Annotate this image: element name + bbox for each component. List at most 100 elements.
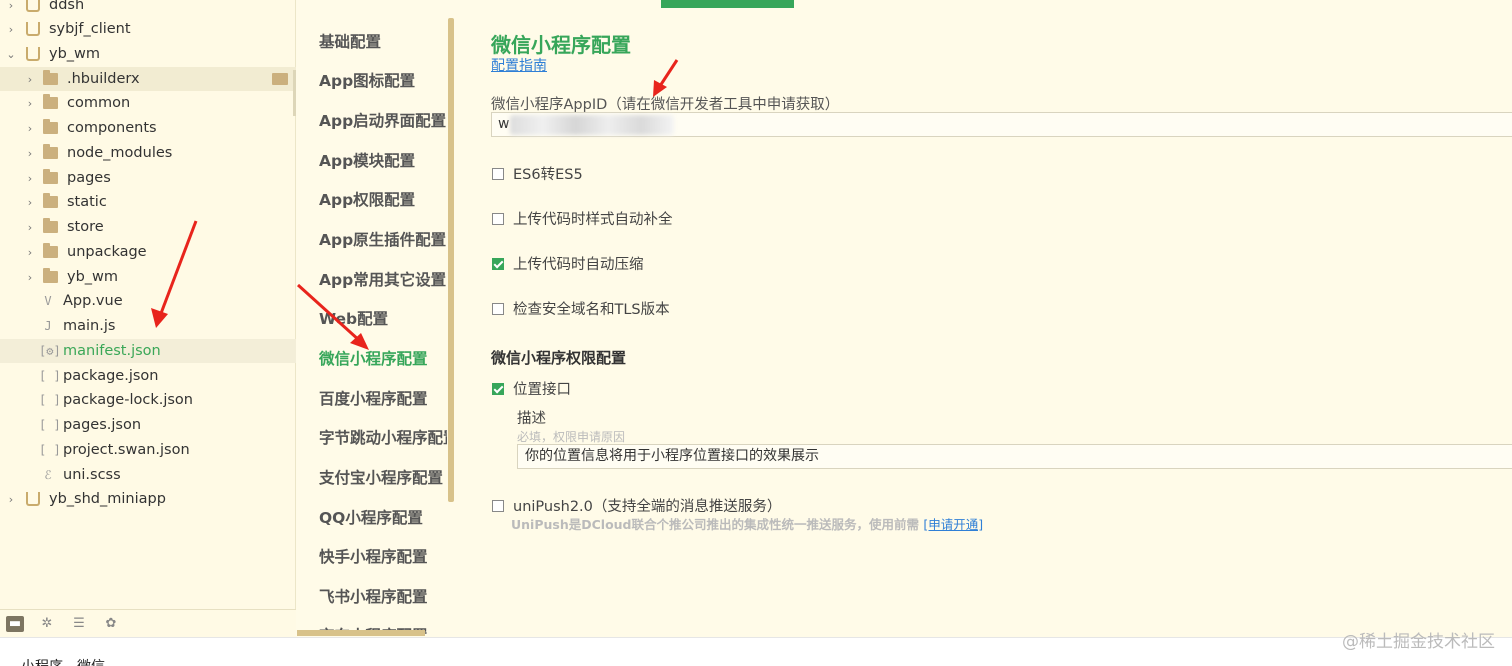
chevron-right-icon[interactable]: › [23,122,37,135]
chevron-right-icon[interactable]: › [4,0,18,12]
nav-item-alipay-miniprogram[interactable]: 支付宝小程序配置 [319,466,447,488]
tree-item-hbuilderx[interactable]: › .hbuilderx [0,67,296,91]
option-check-domain-tls[interactable]: 检查安全域名和TLS版本 [492,298,670,319]
description-input[interactable]: 你的位置信息将用于小程序位置接口的效果展示 [517,444,1512,469]
chevron-right-icon[interactable]: › [23,221,37,234]
chevron-right-icon[interactable]: › [4,23,18,36]
tree-item-label: manifest.json [63,343,161,359]
project-icon [26,0,40,12]
tree-item-label: yb_wm [67,269,119,285]
chevron-right-icon[interactable]: › [4,493,18,506]
nav-horizontal-scrollbar[interactable] [297,630,425,636]
tree-item-label: unpackage [67,244,147,260]
checkbox-checked[interactable] [492,257,504,270]
checkbox[interactable] [492,167,504,180]
tree-item-yb-shd-miniapp[interactable]: › yb_shd_miniapp [0,487,296,511]
tree-item-components[interactable]: › components [0,116,296,140]
option-label: 上传代码时自动压缩 [513,257,644,273]
tree-item-static[interactable]: › static [0,190,296,214]
tree-item-label: pages [67,170,111,186]
nav-item-baidu-miniprogram[interactable]: 百度小程序配置 [319,387,447,409]
nav-item-app-native-plugins[interactable]: App原生插件配置 [319,228,447,250]
debug-icon[interactable]: ✲ [38,616,56,631]
json-file-icon: [ ] [39,393,61,407]
permission-section-title: 微信小程序权限配置 [491,349,627,367]
tree-item-label: package.json [63,368,159,384]
option-minify-on-upload[interactable]: 上传代码时自动压缩 [492,253,644,274]
description-value: 你的位置信息将用于小程序位置接口的效果展示 [525,448,819,464]
nav-item-basic[interactable]: 基础配置 [319,30,447,52]
option-style-autoprefix[interactable]: 上传代码时样式自动补全 [492,208,673,229]
nav-item-qq-miniprogram[interactable]: QQ小程序配置 [319,506,447,528]
redacted-appid [510,115,674,135]
tree-item-pages-json[interactable]: [ ] pages.json [0,413,296,437]
tree-item-package-lock-json[interactable]: [ ] package-lock.json [0,388,296,412]
hbuilderx-window: › ddsh › sybjf_client ⌄ yb_wm › .hbuilde… [0,0,1512,666]
tree-item-uni-scss[interactable]: ℰ uni.scss [0,463,296,487]
chevron-down-icon[interactable]: ⌄ [4,48,18,61]
nav-item-app-permissions[interactable]: App权限配置 [319,188,447,210]
chevron-right-icon[interactable]: › [23,271,37,284]
vue-file-icon: V [44,294,52,308]
nav-item-web[interactable]: Web配置 [319,307,447,329]
tree-item-package-json[interactable]: [ ] package.json [0,364,296,388]
chevron-right-icon[interactable]: › [23,73,37,86]
chevron-right-icon[interactable]: › [23,246,37,259]
folder-icon [43,268,58,283]
tree-item-app-vue[interactable]: V App.vue [0,289,296,313]
tree-item-node-modules[interactable]: › node_modules [0,141,296,165]
nav-item-app-icon[interactable]: App图标配置 [319,69,447,91]
option-es6-to-es5[interactable]: ES6转ES5 [492,163,583,184]
tree-item-label: main.js [63,318,116,334]
tree-item-label: uni.scss [63,467,121,483]
tree-item-sybjf-client[interactable]: › sybjf_client [0,17,296,41]
folder-view-icon[interactable]: ▬ [6,615,24,632]
tree-item-yb-wm[interactable]: ⌄ yb_wm [0,42,296,66]
status-text: 小程序 - 微信 [21,656,105,666]
tree-item-store[interactable]: › store [0,215,296,239]
option-label: 上传代码时样式自动补全 [513,212,673,228]
nav-item-toutiao-miniprogram[interactable]: 字节跳动小程序配置 [319,426,447,448]
checkbox-checked[interactable] [492,382,504,395]
search-list-icon[interactable]: ☰ [70,616,88,631]
checkbox[interactable] [492,212,504,225]
permission-location[interactable]: 位置接口 [492,378,571,399]
tree-item-label: node_modules [67,145,173,161]
tree-item-label: ddsh [49,0,85,13]
config-guide-link[interactable]: 配置指南 [491,55,547,75]
unipush-description-text: UniPush是DCloud联合个推公司推出的集成性统一推送服务，使用前需 [511,517,924,532]
chevron-right-icon[interactable]: › [23,196,37,209]
tree-item-ddsh[interactable]: › ddsh [0,0,296,17]
manifest-config-nav: 基础配置 App图标配置 App启动界面配置 App模块配置 App权限配置 A… [297,8,455,636]
nav-item-app-modules[interactable]: App模块配置 [319,149,447,171]
plugin-icon[interactable]: ✿ [102,616,120,631]
unipush-apply-link[interactable]: [申请开通] [923,517,983,532]
folder-icon [43,169,58,184]
tree-item-main-js[interactable]: J main.js [0,314,296,338]
nav-item-kuaishou-miniprogram[interactable]: 快手小程序配置 [319,545,447,567]
nav-item-app-other-settings[interactable]: App常用其它设置 [319,268,447,290]
tree-item-label: static [67,194,107,210]
tree-item-common[interactable]: › common [0,91,296,115]
checkbox[interactable] [492,499,504,512]
chevron-right-icon[interactable]: › [23,147,37,160]
chevron-right-icon[interactable]: › [23,97,37,110]
tree-item-manifest-json[interactable]: [⚙] manifest.json [0,339,296,363]
tree-item-pages[interactable]: › pages [0,166,296,190]
status-bar: 小程序 - 微信 [0,637,1512,666]
nav-scrollbar[interactable] [448,18,454,502]
checkbox[interactable] [492,302,504,315]
option-unipush[interactable]: uniPush2.0（支持全端的消息推送服务） [492,495,781,516]
nav-item-app-splash[interactable]: App启动界面配置 [319,109,447,131]
tree-item-yb-wm-folder[interactable]: › yb_wm [0,265,296,289]
nav-item-weixin-miniprogram[interactable]: 微信小程序配置 [319,347,447,369]
tree-item-project-swan-json[interactable]: [ ] project.swan.json [0,438,296,462]
tree-item-label: package-lock.json [63,392,193,408]
tree-scrollbar[interactable] [293,70,296,116]
nav-item-feishu-miniprogram[interactable]: 飞书小程序配置 [319,585,447,607]
chevron-right-icon[interactable]: › [23,172,37,185]
page-title: 微信小程序配置 [491,33,631,57]
tree-item-label: store [67,219,104,235]
tree-item-unpackage[interactable]: › unpackage [0,240,296,264]
tree-item-label: components [67,120,157,136]
